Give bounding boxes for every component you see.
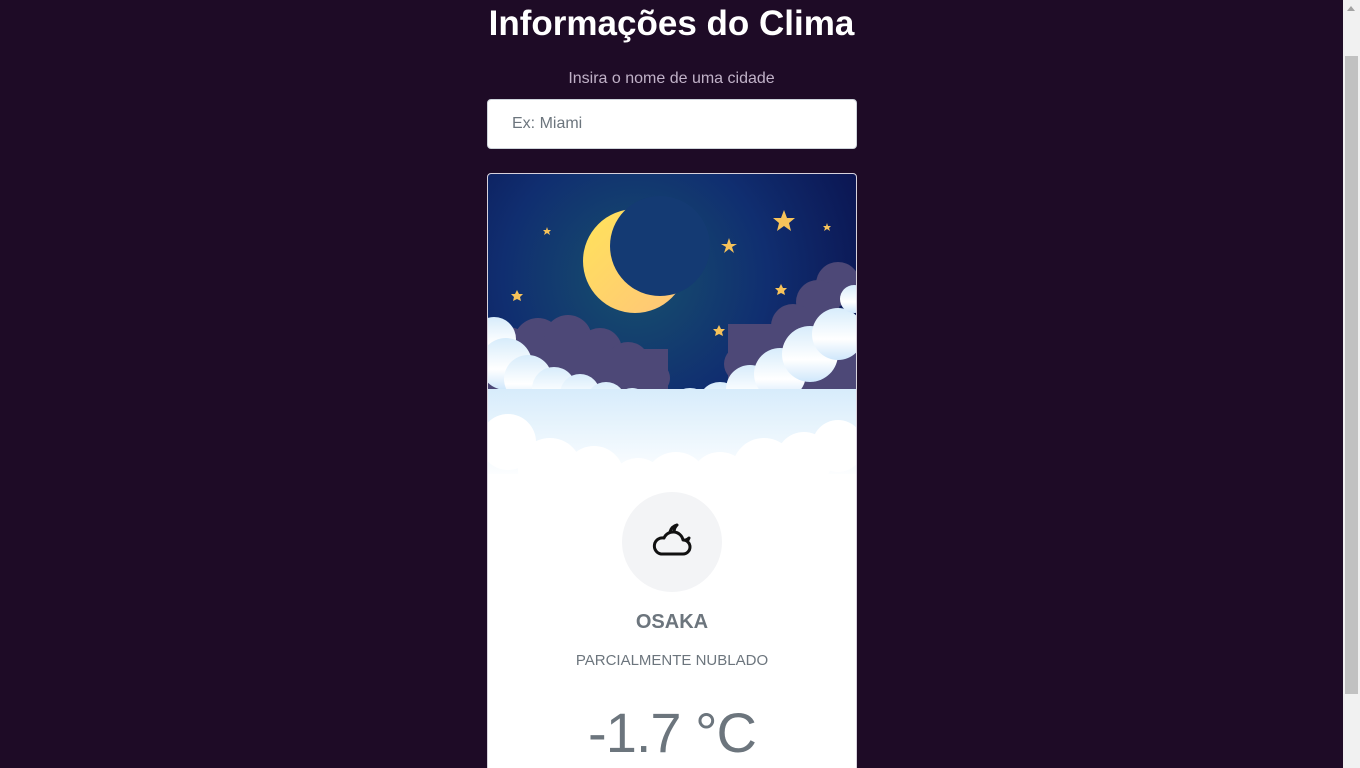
- cloud-moon-icon: [652, 523, 692, 556]
- weather-condition: PARCIALMENTE NUBLADO: [575, 652, 769, 669]
- weather-icon-badge: [622, 492, 722, 592]
- scroll-up-arrow-icon[interactable]: [1343, 0, 1360, 17]
- page-title: Informações do Clima: [488, 4, 855, 43]
- search-label: Insira o nome de uma cidade: [568, 70, 775, 87]
- city-search-input[interactable]: [487, 99, 857, 149]
- temperature: -1.7 °C: [588, 701, 757, 764]
- main-content: Informações do Clima Insira o nome de um…: [0, 0, 1343, 768]
- scroll-thumb[interactable]: [1345, 56, 1358, 694]
- city-name: OSAKA: [635, 611, 709, 633]
- page: Informações do Clima Insira o nome de um…: [0, 0, 1360, 768]
- weather-card: OSAKA PARCIALMENTE NUBLADO -1.7 °C: [487, 173, 857, 768]
- night-sky-image: [488, 174, 856, 542]
- vertical-scrollbar[interactable]: [1343, 0, 1360, 768]
